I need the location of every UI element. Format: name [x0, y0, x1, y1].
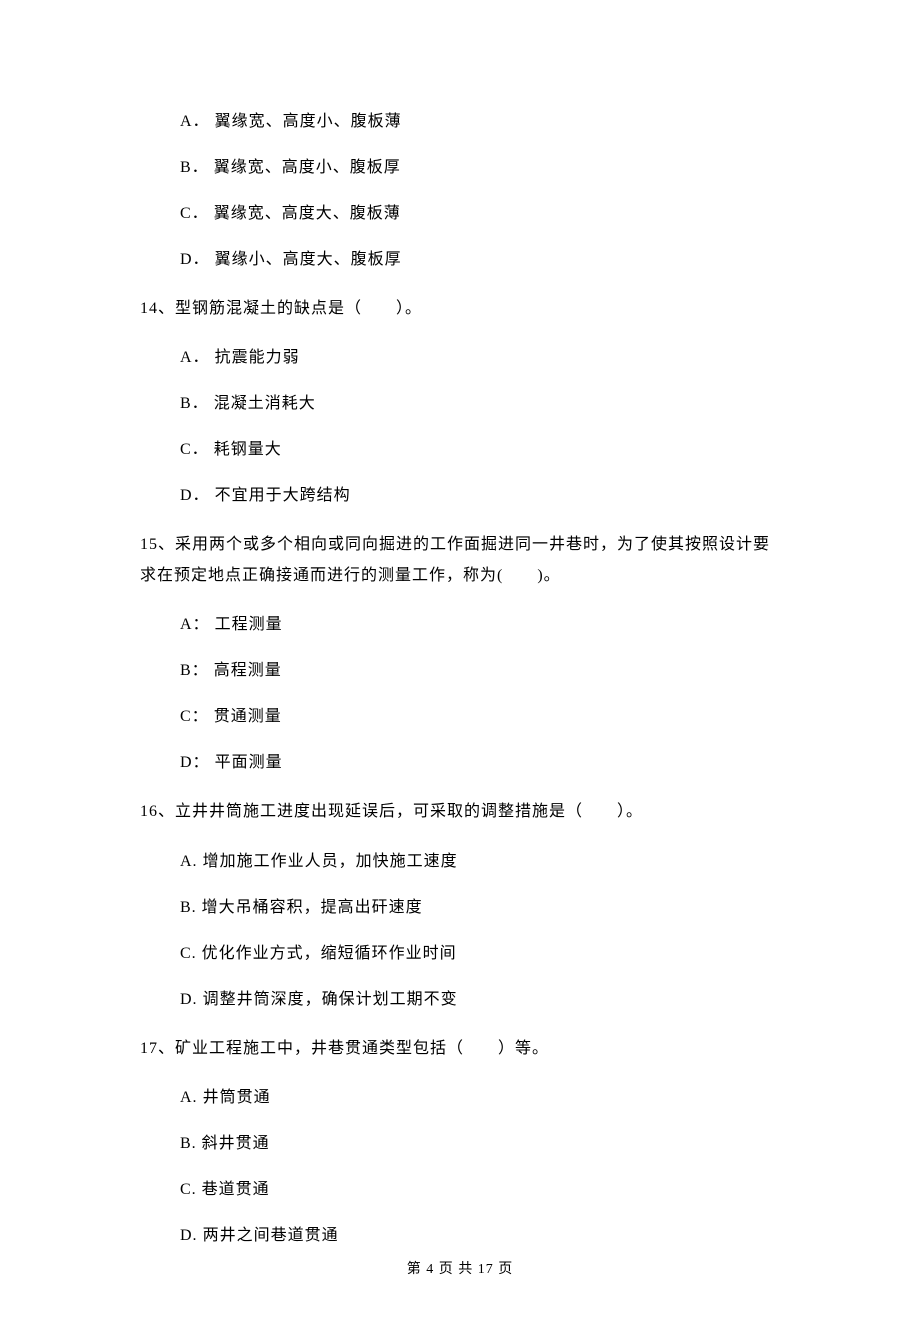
option-label: C．	[180, 441, 209, 458]
pre-option-a: A． 翼缘宽、高度小、腹板薄	[140, 110, 780, 134]
option-label: B.	[180, 899, 197, 916]
option-label: D：	[180, 754, 210, 771]
q16-stem: 16、立井井筒施工进度出现延误后，可采取的调整措施是（ ）。	[140, 797, 780, 827]
page-footer: 第 4 页 共 17 页	[0, 1259, 920, 1280]
option-text: 翼缘宽、高度小、腹板厚	[214, 159, 401, 176]
option-text: 高程测量	[214, 662, 282, 679]
q14-option-c: C． 耗钢量大	[140, 438, 780, 462]
option-label: D．	[180, 487, 210, 504]
option-text: 增加施工作业人员，加快施工速度	[203, 853, 458, 870]
option-label: B.	[180, 1135, 197, 1152]
option-label: C.	[180, 945, 197, 962]
q17-option-c: C. 巷道贯通	[140, 1178, 780, 1202]
option-label: B．	[180, 159, 209, 176]
q17-option-a: A. 井筒贯通	[140, 1086, 780, 1110]
pre-option-c: C． 翼缘宽、高度大、腹板薄	[140, 202, 780, 226]
option-text: 贯通测量	[214, 708, 282, 725]
option-text: 抗震能力弱	[215, 349, 300, 366]
option-label: C．	[180, 205, 209, 222]
q15-option-b: B： 高程测量	[140, 659, 780, 683]
option-label: C.	[180, 1181, 197, 1198]
option-text: 平面测量	[215, 754, 283, 771]
q16-option-b: B. 增大吊桶容积，提高出矸速度	[140, 896, 780, 920]
q17-stem: 17、矿业工程施工中，井巷贯通类型包括（ ）等。	[140, 1034, 780, 1064]
option-text: 翼缘宽、高度大、腹板薄	[214, 205, 401, 222]
option-text: 两井之间巷道贯通	[203, 1227, 339, 1244]
q15-option-c: C： 贯通测量	[140, 705, 780, 729]
q16-option-d: D. 调整井筒深度，确保计划工期不变	[140, 988, 780, 1012]
pre-option-b: B． 翼缘宽、高度小、腹板厚	[140, 156, 780, 180]
q14-stem: 14、型钢筋混凝土的缺点是（ ）。	[140, 294, 780, 324]
option-label: A.	[180, 853, 198, 870]
option-text: 巷道贯通	[202, 1181, 270, 1198]
q17-option-b: B. 斜井贯通	[140, 1132, 780, 1156]
option-text: 调整井筒深度，确保计划工期不变	[203, 991, 458, 1008]
option-label: A．	[180, 349, 210, 366]
q15-option-d: D： 平面测量	[140, 751, 780, 775]
option-text: 耗钢量大	[214, 441, 282, 458]
q16-option-c: C. 优化作业方式，缩短循环作业时间	[140, 942, 780, 966]
q16-option-a: A. 增加施工作业人员，加快施工速度	[140, 850, 780, 874]
q14-option-d: D． 不宜用于大跨结构	[140, 484, 780, 508]
option-label: B．	[180, 395, 209, 412]
option-label: D.	[180, 991, 198, 1008]
option-text: 斜井贯通	[202, 1135, 270, 1152]
q17-option-d: D. 两井之间巷道贯通	[140, 1224, 780, 1248]
option-text: 优化作业方式，缩短循环作业时间	[202, 945, 457, 962]
option-text: 井筒贯通	[203, 1089, 271, 1106]
option-label: D．	[180, 251, 210, 268]
q15-stem: 15、采用两个或多个相向或同向掘进的工作面掘进同一井巷时，为了使其按照设计要求在…	[140, 530, 780, 591]
q15-option-a: A： 工程测量	[140, 613, 780, 637]
option-text: 不宜用于大跨结构	[215, 487, 351, 504]
pre-option-d: D． 翼缘小、高度大、腹板厚	[140, 248, 780, 272]
q14-option-b: B． 混凝土消耗大	[140, 392, 780, 416]
option-label: A．	[180, 113, 210, 130]
option-label: D.	[180, 1227, 198, 1244]
option-label: C：	[180, 708, 209, 725]
option-text: 翼缘小、高度大、腹板厚	[215, 251, 402, 268]
option-text: 混凝土消耗大	[214, 395, 316, 412]
option-label: A.	[180, 1089, 198, 1106]
option-label: A：	[180, 616, 210, 633]
option-label: B：	[180, 662, 209, 679]
q14-option-a: A． 抗震能力弱	[140, 346, 780, 370]
option-text: 增大吊桶容积，提高出矸速度	[202, 899, 423, 916]
option-text: 翼缘宽、高度小、腹板薄	[215, 113, 402, 130]
option-text: 工程测量	[215, 616, 283, 633]
page-container: A． 翼缘宽、高度小、腹板薄 B． 翼缘宽、高度小、腹板厚 C． 翼缘宽、高度大…	[0, 0, 920, 1320]
